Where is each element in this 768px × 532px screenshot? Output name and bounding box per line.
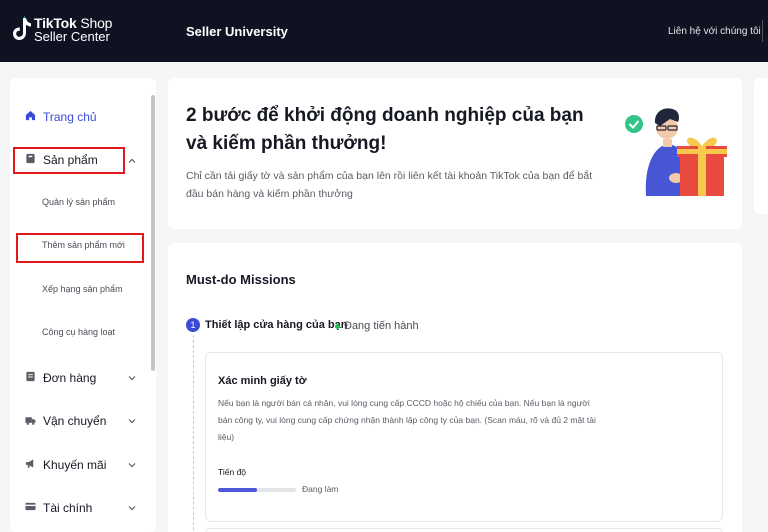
sidebar-item-label: Đơn hàng <box>43 371 97 385</box>
progress-label: Tiến độ <box>218 467 247 477</box>
truck-icon <box>25 417 36 425</box>
contact-link[interactable]: Liên hệ với chúng tôi <box>668 26 761 37</box>
top-header: TikTok Shop Seller Center Seller Univers… <box>0 0 768 62</box>
step-label[interactable]: Thiết lập cửa hàng của bạn <box>205 319 347 331</box>
sidebar-item-shipping[interactable]: Vận chuyển <box>10 413 150 429</box>
megaphone-icon <box>25 459 34 468</box>
highlight-box-add-product <box>16 233 144 263</box>
hero-title: 2 bước để khởi động doanh nghiệp của bạn… <box>186 105 584 154</box>
finance-icon <box>25 502 36 511</box>
sidebar-item-orders[interactable]: Đơn hàng <box>10 370 150 386</box>
brand-logo-text[interactable]: TikTok Shop Seller Center <box>34 16 112 44</box>
task-card-next[interactable] <box>205 528 723 532</box>
sidebar-subitem-bulk-tools[interactable]: Công cụ hàng loạt <box>42 327 115 337</box>
sidebar: Trang chủ Sản phẩm Quản lý sản phẩm Thêm… <box>10 78 156 532</box>
step-connector-line <box>193 335 194 532</box>
chevron-up-icon[interactable] <box>128 157 136 165</box>
sidebar-item-label: Trang chủ <box>43 110 97 124</box>
progress-bar-fill <box>218 488 257 492</box>
sidebar-item-label: Vận chuyển <box>43 414 107 428</box>
side-panel-card <box>754 78 768 214</box>
sidebar-item-promotions[interactable]: Khuyến mãi <box>10 457 150 473</box>
brand-subtitle: Seller Center <box>34 29 110 44</box>
header-divider <box>762 20 763 42</box>
task-description: Nếu bạn là người bán cá nhân, vui lòng c… <box>218 398 596 442</box>
progress-bar <box>218 488 296 492</box>
sidebar-subitem-product-ranking[interactable]: Xếp hạng sản phẩm <box>42 284 123 294</box>
step-number-badge: 1 <box>186 318 200 332</box>
missions-title: Must-do Missions <box>186 272 296 287</box>
chevron-down-icon[interactable] <box>128 417 136 425</box>
hero-description: Chỉ cần tải giấy tờ và sản phẩm của bạn … <box>186 170 593 200</box>
sidebar-item-label: Tài chính <box>43 501 93 515</box>
task-title: Xác minh giấy tờ <box>218 375 307 387</box>
tiktok-logo-icon[interactable] <box>12 14 32 46</box>
onboarding-hero-card: 2 bước để khởi động doanh nghiệp của bạn… <box>168 78 742 229</box>
sidebar-item-finance[interactable]: Tài chính <box>10 500 150 516</box>
chevron-down-icon[interactable] <box>128 374 136 382</box>
order-icon <box>26 371 35 382</box>
sidebar-scrollbar[interactable] <box>151 95 155 371</box>
must-do-missions-card: Must-do Missions 1 Thiết lập cửa hàng củ… <box>168 243 742 532</box>
highlight-box-products <box>13 147 125 174</box>
sidebar-item-home[interactable]: Trang chủ <box>10 108 150 124</box>
sidebar-subitem-manage-products[interactable]: Quản lý sản phẩm <box>42 197 115 207</box>
chevron-down-icon[interactable] <box>128 461 136 469</box>
home-icon <box>25 110 36 121</box>
seller-gift-illustration-icon <box>625 108 727 196</box>
progress-status: Đang làm <box>302 484 339 494</box>
step-status: Đang tiến hành <box>344 320 419 332</box>
task-card-verify-documents[interactable]: Xác minh giấy tờ Nếu bạn là người bán cá… <box>205 352 723 522</box>
status-dot-icon <box>335 324 340 329</box>
sidebar-item-label: Khuyến mãi <box>43 458 107 472</box>
chevron-down-icon[interactable] <box>128 504 136 512</box>
header-title[interactable]: Seller University <box>186 24 288 39</box>
